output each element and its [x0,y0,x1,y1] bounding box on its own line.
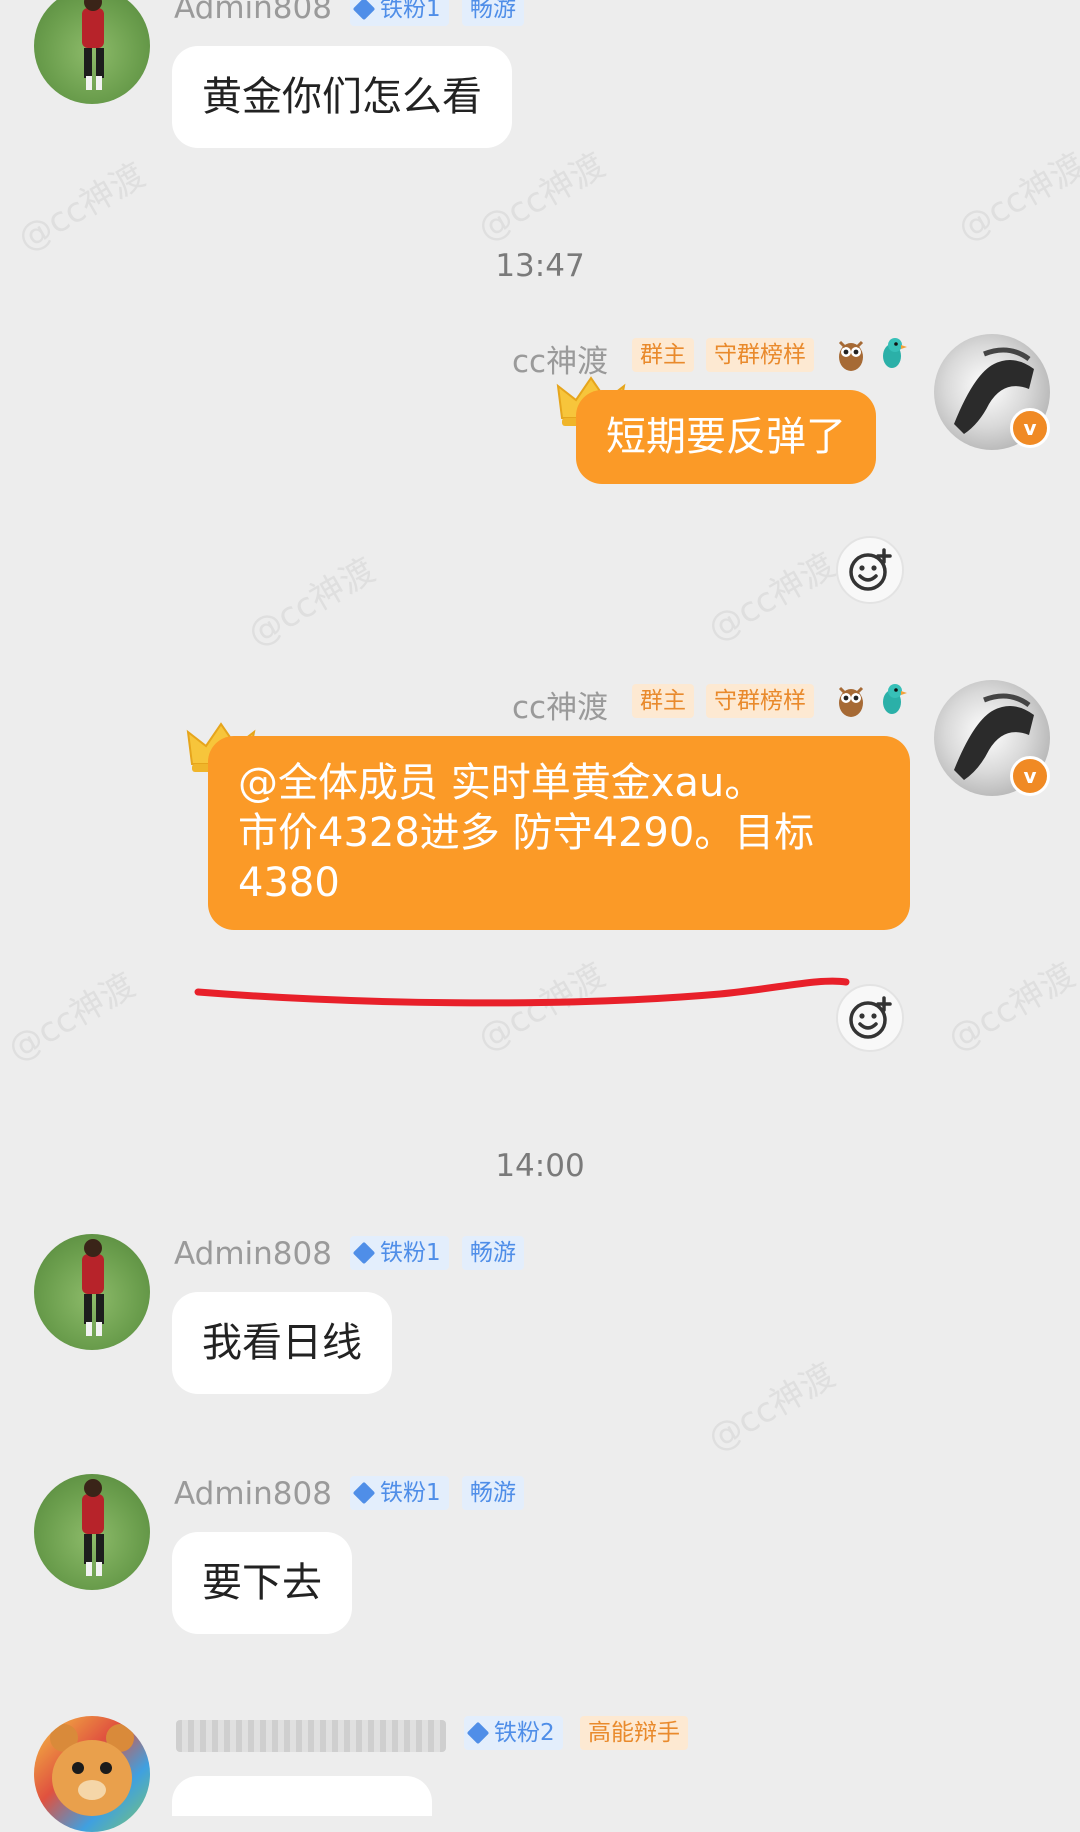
avatar[interactable] [34,0,150,104]
watermark: @cc神渡 [241,550,382,655]
message-bubble[interactable]: 黄金你们怎么看 [172,46,512,148]
title-badge: 守群榜样 [706,338,814,372]
sender-name[interactable]: cc神渡 [512,682,608,727]
level-badge: 畅游 [462,1236,524,1270]
watermark: @cc神渡 [11,155,152,260]
sender-name[interactable]: Admin808 [174,1476,332,1512]
add-reaction-icon [849,996,892,1039]
add-reaction-icon [849,548,892,591]
annotation-underline [194,977,850,1007]
level-badge: 畅游 [462,1476,524,1510]
message-bubble[interactable]: @全体成员 实时单黄金xau。 市价4328进多 防守4290。目标 4380 [208,736,910,930]
avatar[interactable] [34,1234,150,1350]
bird-icon [883,338,907,368]
fan-badge: 铁粉1 [350,0,449,26]
owl-icon [838,340,864,371]
watermark: @cc神渡 [701,545,842,650]
message-bubble[interactable]: 要下去 [172,1532,352,1634]
bird-icon [883,684,907,714]
verified-icon: v [1010,756,1050,796]
sender-name[interactable]: Admin808 [174,0,332,26]
message-line: @全体成员 实时单黄金xau。 [238,760,765,806]
sender-name[interactable]: Admin808 [174,1236,332,1272]
level-badge: 畅游 [462,0,524,26]
avatar[interactable] [34,1474,150,1590]
sender-name-blurred [176,1720,446,1752]
message-line: 市价4328进多 防守4290。目标 [238,810,815,856]
watermark: @cc神渡 [701,1355,842,1460]
timestamp: 13:47 [495,248,585,284]
watermark: @cc神渡 [471,145,612,250]
owner-badge: 群主 [632,684,694,718]
verified-icon: v [1010,408,1050,448]
message-bubble[interactable]: 我看日线 [172,1292,392,1394]
fan-badge: 铁粉2 [464,1716,563,1750]
level-badge: 高能辩手 [580,1716,688,1750]
message-bubble[interactable]: 短期要反弹了 [576,390,876,484]
add-reaction-button[interactable] [836,984,904,1052]
message-line: 4380 [238,860,340,906]
owner-badge: 群主 [632,338,694,372]
title-badge: 守群榜样 [706,684,814,718]
message-bubble[interactable] [172,1776,432,1816]
add-reaction-button[interactable] [836,536,904,604]
owl-icon [838,686,864,717]
fan-badge: 铁粉1 [350,1476,449,1510]
avatar[interactable] [34,1716,150,1832]
fan-badge: 铁粉1 [350,1236,449,1270]
timestamp: 14:00 [495,1148,585,1184]
watermark: @cc神渡 [951,145,1080,250]
